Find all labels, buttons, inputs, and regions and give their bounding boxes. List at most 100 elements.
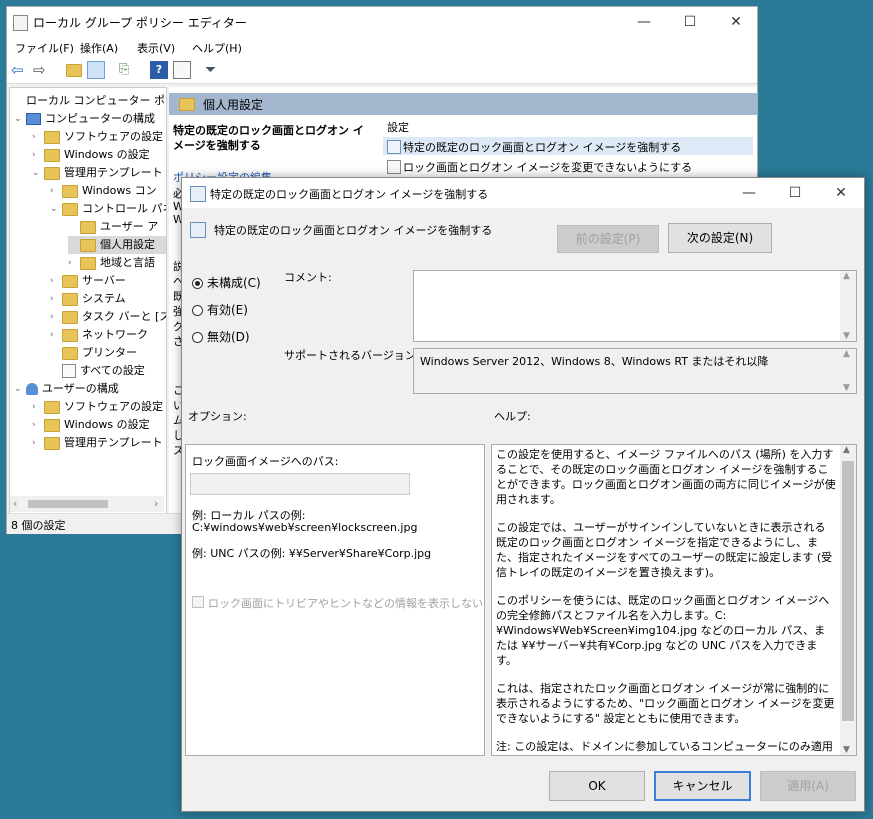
maximize-icon[interactable]: ☐ [772, 178, 818, 208]
tree-item[interactable]: › タスク バーと [ス [50, 308, 166, 326]
tree-item[interactable]: ⌄ ユーザーの構成 [14, 380, 119, 398]
pane-header: 個人用設定 [169, 93, 757, 115]
chevron-down-icon[interactable]: ⌄ [50, 200, 60, 218]
chevron-right-icon[interactable]: › [32, 398, 42, 416]
radio-icon[interactable] [192, 305, 203, 316]
radio-selected-icon[interactable] [192, 278, 203, 289]
menu-help[interactable]: ヘルプ(H) [192, 40, 242, 56]
column-header-setting[interactable]: 設定 [387, 119, 409, 135]
chevron-right-icon[interactable]: › [32, 146, 42, 164]
show-hide-tree-icon[interactable] [87, 61, 105, 79]
dialog-titlebar[interactable]: 特定の既定のロック画面とログオン イメージを強制する — ☐ ✕ [182, 178, 864, 208]
menu-file[interactable]: ファイル(F) [15, 40, 74, 56]
maximize-icon[interactable]: ☐ [667, 7, 713, 37]
ok-button[interactable]: OK [549, 771, 645, 801]
tree-hscrollbar[interactable]: ‹ › [10, 496, 164, 512]
radio-enabled[interactable]: 有効(E) [192, 301, 248, 318]
path-label: ロック画面イメージへのパス: [192, 455, 339, 468]
tree-item[interactable]: › Windows コン [50, 182, 157, 200]
tree-item[interactable]: › ソフトウェアの設定 [32, 398, 163, 416]
tree-item[interactable]: › システム [50, 290, 126, 308]
scroll-right-icon[interactable]: › [154, 497, 158, 510]
help-panel: この設定を使用すると、イメージ ファイルへのパス (場所) を入力することで、そ… [491, 444, 857, 756]
tree-item[interactable]: プリンター [50, 344, 137, 362]
radio-not-configured[interactable]: 未構成(C) [192, 274, 261, 291]
list-item[interactable]: ロック画面とログオン イメージを変更できないようにする [383, 157, 753, 175]
example-local-2: C:¥windows¥web¥screen¥lockscreen.jpg [192, 521, 418, 534]
tree-item-selected[interactable]: 個人用設定 [68, 236, 166, 254]
export-list-icon[interactable]: ⎘ [119, 61, 137, 79]
scroll-up-icon[interactable]: ▲ [843, 445, 850, 455]
gpe-titlebar[interactable]: ローカル グループ ポリシー エディター — ☐ ✕ [7, 7, 757, 37]
chevron-right-icon[interactable]: › [50, 182, 60, 200]
tree-item[interactable]: › サーバー [50, 272, 126, 290]
comment-textarea[interactable]: ▲ ▼ [413, 270, 857, 342]
tree-pane[interactable]: ローカル コンピューター ポリシ ⌄コンピューターの構成 ›ソフトウェアの設定 … [9, 87, 167, 515]
radio-disabled[interactable]: 無効(D) [192, 328, 250, 345]
up-folder-icon[interactable] [65, 61, 83, 79]
prev-setting-button[interactable]: 前の設定(P) [557, 225, 659, 253]
tree-item[interactable]: › ネットワーク [50, 326, 148, 344]
help-icon[interactable]: ? [150, 61, 168, 79]
scroll-down-icon[interactable]: ▼ [843, 331, 850, 341]
tree-item[interactable]: › Windows の設定 [32, 416, 150, 434]
scroll-up-icon[interactable]: ▲ [843, 271, 850, 281]
tree-item[interactable]: › ソフトウェアの設定 [32, 128, 163, 146]
tree-item[interactable]: すべての設定 [50, 362, 145, 380]
comment-scrollbar[interactable]: ▲ ▼ [840, 271, 856, 341]
minimize-icon[interactable]: — [621, 7, 667, 37]
checkbox-icon[interactable] [192, 596, 204, 608]
scroll-thumb[interactable] [842, 461, 854, 721]
chevron-right-icon[interactable]: › [32, 434, 42, 452]
cancel-button[interactable]: キャンセル [654, 771, 751, 801]
back-arrow-icon[interactable]: ⇦ [11, 61, 29, 79]
radio-icon[interactable] [192, 332, 203, 343]
chevron-down-icon[interactable]: ⌄ [14, 380, 24, 398]
chevron-right-icon[interactable]: › [32, 416, 42, 434]
supported-scrollbar[interactable]: ▲ ▼ [840, 349, 856, 393]
chevron-right-icon[interactable]: › [50, 272, 60, 290]
close-icon[interactable]: ✕ [818, 178, 864, 208]
chevron-right-icon[interactable]: › [50, 290, 60, 308]
list-item-selected[interactable]: 特定の既定のロック画面とログオン イメージを強制する [383, 137, 753, 155]
chevron-down-icon[interactable]: ⌄ [32, 164, 42, 182]
close-icon[interactable]: ✕ [713, 7, 759, 37]
policy-setting-icon [387, 160, 401, 174]
tree-item[interactable]: ⌄ コンピューターの構成 [14, 110, 155, 128]
scroll-down-icon[interactable]: ▼ [843, 383, 850, 393]
supported-value: Windows Server 2012、Windows 8、Windows RT… [420, 355, 769, 368]
options-panel: ロック画面イメージへのパス: 例: ローカル パスの例: C:¥windows¥… [185, 444, 485, 756]
help-scrollbar[interactable]: ▲ ▼ [840, 445, 856, 755]
tree-item[interactable]: › 管理用テンプレート [32, 434, 163, 452]
tree-item[interactable]: ユーザー ア [68, 218, 158, 236]
chevron-right-icon[interactable]: › [50, 308, 60, 326]
lockscreen-path-input[interactable] [190, 473, 410, 495]
no-trivia-checkbox[interactable]: ロック画面にトリビアやヒントなどの情報を表示しない [192, 595, 483, 611]
menu-action[interactable]: 操作(A) [80, 40, 118, 56]
scroll-up-icon[interactable]: ▲ [843, 349, 850, 359]
chevron-right-icon[interactable]: › [50, 326, 60, 344]
menu-view[interactable]: 表示(V) [137, 40, 175, 56]
tree-item[interactable]: ローカル コンピューター ポリシ [14, 92, 166, 110]
filter-icon[interactable]: ⏷ [205, 61, 223, 79]
tree-item[interactable]: › Windows の設定 [32, 146, 150, 164]
next-setting-button[interactable]: 次の設定(N) [668, 223, 772, 253]
scroll-left-icon[interactable]: ‹ [13, 497, 17, 510]
folder-icon [44, 418, 60, 432]
scroll-down-icon[interactable]: ▼ [843, 745, 850, 755]
tree-item[interactable]: ⌄ コントロール パネ [50, 200, 166, 218]
minimize-icon[interactable]: — [726, 178, 772, 208]
tree-item[interactable]: ⌄ 管理用テンプレート [32, 164, 163, 182]
folder-icon [62, 274, 78, 288]
properties-icon[interactable] [173, 61, 191, 79]
policy-dialog: 特定の既定のロック画面とログオン イメージを強制する — ☐ ✕ 特定の既定のロ… [181, 177, 865, 812]
chevron-down-icon[interactable]: ⌄ [14, 110, 24, 128]
scroll-thumb[interactable] [28, 500, 108, 508]
tree-item[interactable]: › 地域と言語 [68, 254, 155, 272]
chevron-right-icon[interactable]: › [32, 128, 42, 146]
forward-arrow-icon[interactable]: ⇨ [33, 61, 51, 79]
apply-button[interactable]: 適用(A) [760, 771, 856, 801]
gpe-app-icon [13, 15, 28, 31]
chevron-right-icon[interactable]: › [68, 254, 78, 272]
folder-icon [62, 292, 78, 306]
